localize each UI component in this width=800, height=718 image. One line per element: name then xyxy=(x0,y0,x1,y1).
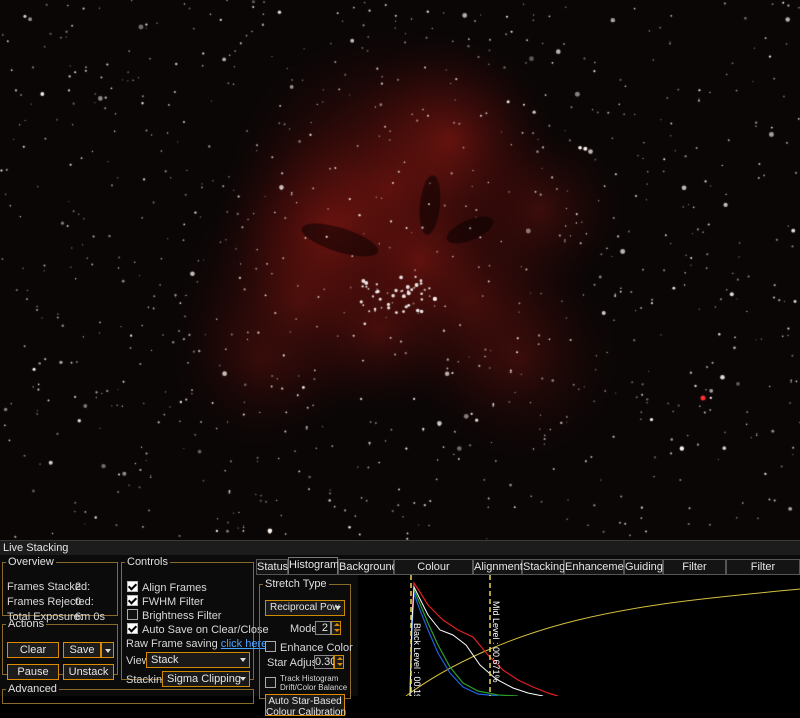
chevron-down-icon xyxy=(334,629,340,632)
stretch-type-group: Stretch Type Reciprocal Pow Mode 2 Enhan… xyxy=(259,578,353,718)
auto-save-label: Auto Save on Clear/Close xyxy=(142,624,269,636)
star-adjust-input[interactable]: 0.30 xyxy=(314,655,336,669)
pause-button[interactable]: Pause xyxy=(7,664,59,680)
checkbox-unchecked-icon[interactable] xyxy=(265,641,276,652)
mode-input[interactable]: 2 xyxy=(315,621,331,635)
tab-histogram[interactable]: Histogram xyxy=(288,557,339,574)
auto-colour-calibration-button[interactable]: Auto Star-Based Colour Calibration xyxy=(265,694,346,718)
controls-group: Controls Align Frames FWHM Filter Bright… xyxy=(121,556,269,687)
overview-group: Overview Frames Stacked: 2 Frames Reject… xyxy=(2,556,118,623)
tab-colour-calibration[interactable]: Colour Calibration xyxy=(394,559,473,587)
tab-filter-brightness[interactable]: Filter (Brightness) xyxy=(726,559,800,587)
chevron-down-icon xyxy=(337,663,343,666)
chevron-down-icon xyxy=(105,649,111,653)
tab-stacking[interactable]: Stacking xyxy=(522,559,565,574)
auto-save-checkbox[interactable]: Auto Save on Clear/Close xyxy=(127,623,269,636)
tab-alignment[interactable]: Alignment xyxy=(473,559,523,574)
mid-level-label: Mid Level : 00.671% xyxy=(491,601,501,683)
view-value: Stack xyxy=(151,654,179,666)
star-adjust-spinner[interactable] xyxy=(334,655,344,669)
histogram-background xyxy=(358,575,800,696)
black-level-label: Black Level : 00.192% xyxy=(412,623,422,696)
advanced-group[interactable]: Advanced xyxy=(2,684,254,704)
live-stacking-panel: Live Stacking Overview Frames Stacked: 2… xyxy=(0,540,800,718)
frames-rejected-row: Frames Rejected: 0 xyxy=(7,596,94,608)
star-adjust-label: Star Adjust xyxy=(267,657,321,669)
chevron-down-icon xyxy=(240,677,246,681)
checkbox-checked-icon[interactable] xyxy=(127,623,138,634)
overview-legend: Overview xyxy=(8,556,54,568)
stretch-type-value: Reciprocal Pow xyxy=(270,602,340,613)
controls-legend: Controls xyxy=(127,556,168,568)
chevron-up-icon xyxy=(334,623,340,626)
stretch-type-select[interactable]: Reciprocal Pow xyxy=(265,600,345,616)
enhance-color-checkbox[interactable]: Enhance Color xyxy=(265,641,353,654)
clear-button[interactable]: Clear xyxy=(7,642,59,658)
stacking-select[interactable]: Sigma Clipping xyxy=(162,671,250,687)
save-button[interactable]: Save xyxy=(63,642,101,658)
raw-frame-label: Raw Frame saving xyxy=(126,638,218,650)
stacked-image-view[interactable] xyxy=(0,0,800,540)
track-histogram-label: Track Histogram Drift/Color Balance xyxy=(280,674,348,692)
brightness-filter-label: Brightness Filter xyxy=(142,610,222,622)
track-histogram-checkbox[interactable]: Track Histogram Drift/Color Balance xyxy=(265,674,347,693)
frames-stacked-value: 2 xyxy=(75,581,82,593)
actions-legend: Actions xyxy=(8,618,45,630)
view-select[interactable]: Stack xyxy=(146,652,250,668)
advanced-legend[interactable]: Advanced xyxy=(6,684,59,695)
stacking-value: Sigma Clipping xyxy=(167,673,241,685)
checkbox-unchecked-icon[interactable] xyxy=(265,677,276,688)
brightness-filter-checkbox[interactable]: Brightness Filter xyxy=(127,609,221,622)
checkbox-checked-icon[interactable] xyxy=(127,595,138,606)
tab-background[interactable]: Background xyxy=(338,559,398,574)
tab-enhancement[interactable]: Enhancement xyxy=(564,559,633,574)
raw-frame-row: Raw Frame saving click here xyxy=(126,638,267,650)
histogram-plot[interactable]: Black Level : 00.192% Mid Level : 00.671… xyxy=(358,575,800,696)
fwhm-filter-label: FWHM Filter xyxy=(142,596,204,608)
tab-filter-fwhm[interactable]: Filter (FWHM) xyxy=(663,559,726,587)
chevron-down-icon xyxy=(335,606,341,610)
align-frames-label: Align Frames xyxy=(142,582,207,594)
align-frames-checkbox[interactable]: Align Frames xyxy=(127,581,207,594)
tab-status[interactable]: Status xyxy=(256,559,288,574)
unstack-button[interactable]: Unstack xyxy=(63,664,114,680)
tab-strip: Status Histogram Background Colour Calib… xyxy=(256,557,800,587)
tab-guiding[interactable]: Guiding xyxy=(624,559,663,574)
chevron-up-icon xyxy=(337,657,343,660)
actions-group: Actions Clear Save Pause Unstack xyxy=(2,618,118,680)
chevron-down-icon xyxy=(240,658,246,662)
panel-title: Live Stacking xyxy=(0,541,800,555)
mode-label: Mode xyxy=(290,623,318,635)
frames-rejected-value: 0 xyxy=(75,596,82,608)
mode-spinner[interactable] xyxy=(331,621,341,635)
fwhm-filter-checkbox[interactable]: FWHM Filter xyxy=(127,595,204,608)
checkbox-unchecked-icon[interactable] xyxy=(127,609,138,620)
enhance-color-label: Enhance Color xyxy=(280,642,353,654)
frames-stacked-row: Frames Stacked: 2 xyxy=(7,581,90,593)
save-dropdown-button[interactable] xyxy=(101,642,114,658)
checkbox-checked-icon[interactable] xyxy=(127,581,138,592)
stretch-type-legend: Stretch Type xyxy=(265,578,327,590)
